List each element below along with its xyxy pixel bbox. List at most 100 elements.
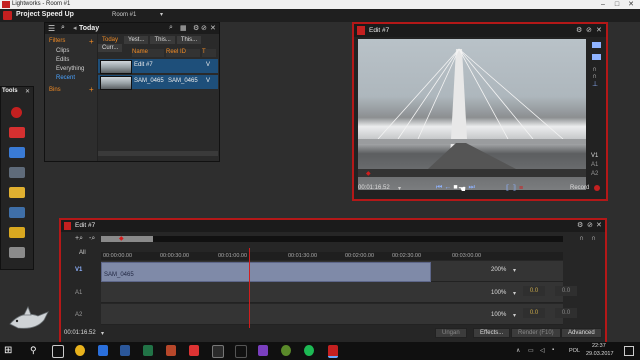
folder-icon[interactable] — [9, 187, 25, 198]
overview-window[interactable] — [101, 236, 153, 242]
task-view-icon[interactable] — [52, 345, 64, 358]
filters-label[interactable]: Filters — [49, 38, 65, 44]
timeline-timecode[interactable]: 00:01:16.52 — [64, 330, 96, 336]
table-row[interactable]: Edit #7 V — [98, 59, 218, 74]
tray-network-icon[interactable]: ▭ — [528, 347, 534, 354]
track-a1-zoom[interactable]: 100% — [491, 290, 506, 296]
track-v1-zoom[interactable]: 200% — [491, 267, 506, 273]
tab-current[interactable]: Curr... — [98, 44, 123, 52]
audio-icon[interactable]: ∩ — [592, 73, 604, 80]
link-icon[interactable]: ⊘ — [201, 24, 207, 32]
search-icon[interactable]: ⌕ — [61, 24, 65, 32]
loop-icon[interactable]: ∩ — [579, 235, 584, 242]
loop-icon[interactable]: ∩ — [592, 66, 604, 73]
track-a2-zoom[interactable]: 100% — [491, 312, 506, 318]
clock-date[interactable]: 29.03.2017 — [586, 351, 614, 357]
import-icon[interactable] — [9, 127, 25, 138]
panel-close-icon[interactable]: ✕ — [210, 24, 216, 32]
viewer-timecode[interactable]: 00:01:16.52 — [358, 185, 390, 191]
add-bin-icon[interactable]: + — [89, 85, 94, 94]
add-filter-icon[interactable]: + — [89, 37, 94, 46]
track-a1-gain[interactable]: 0.0 — [523, 286, 545, 296]
app-green-icon[interactable] — [281, 345, 291, 356]
lightworks-taskbar-icon[interactable] — [328, 345, 338, 358]
back-icon[interactable]: ◂ — [73, 24, 77, 32]
bins-label[interactable]: Bins — [49, 87, 61, 93]
ungang-button[interactable]: Ungan — [435, 328, 467, 338]
input-language[interactable]: POL — [569, 348, 580, 354]
view-grid-icon[interactable]: ▦ — [180, 24, 187, 32]
tab-this-month[interactable]: This... — [176, 36, 202, 44]
room-name[interactable]: Room #1 — [112, 12, 136, 18]
users-icon[interactable] — [9, 247, 25, 258]
track-a2-gain[interactable]: 0.0 — [523, 308, 545, 318]
notification-center-icon[interactable] — [624, 346, 634, 356]
track-a1-zoom-dropdown-icon[interactable]: ▾ — [513, 290, 516, 297]
timeline-playhead[interactable] — [249, 248, 250, 328]
track-v1-zoom-dropdown-icon[interactable]: ▾ — [513, 267, 516, 274]
record-icon[interactable] — [11, 107, 22, 118]
track-v1[interactable]: V1 — [591, 153, 598, 159]
maximize-button[interactable]: □ — [610, 0, 624, 9]
track-a2-label[interactable]: A2 — [75, 312, 82, 318]
close-button[interactable]: ✕ — [624, 0, 638, 9]
timecode-dropdown-icon[interactable]: ▾ — [398, 185, 401, 192]
minimize-button[interactable]: – — [596, 0, 610, 9]
record-label[interactable]: Record — [570, 185, 589, 191]
viewer-settings-icon[interactable]: ⚙ — [576, 26, 582, 34]
viewer-link-icon[interactable]: ⊘ — [586, 26, 592, 34]
step-back-icon[interactable]: ← — [444, 184, 453, 191]
sidebar-item-recent[interactable]: Recent — [56, 75, 75, 81]
windows-start-icon[interactable]: ⊞ — [4, 345, 12, 356]
effects-button[interactable]: Effects... — [473, 328, 511, 338]
tray-up-arrow-icon[interactable]: ∧ — [516, 347, 520, 354]
room-dropdown-icon[interactable]: ▾ — [160, 11, 163, 18]
excel-icon[interactable] — [143, 345, 153, 356]
track-a2-gain-right[interactable]: 0.0 — [555, 308, 577, 318]
visual-studio-icon[interactable] — [258, 345, 268, 356]
overview-marker-icon[interactable]: ◆ — [119, 235, 124, 242]
timeline-settings-icon[interactable]: ⚙ — [577, 221, 583, 229]
audio-icon[interactable]: ∩ — [591, 235, 596, 242]
tab-yesterday[interactable]: Yest... — [124, 36, 149, 44]
viewer-close-icon[interactable]: ✕ — [596, 26, 602, 34]
display-icon[interactable] — [592, 42, 601, 48]
track-a1-gain-right[interactable]: 0.0 — [555, 286, 577, 296]
track-a2[interactable]: A2 — [591, 171, 598, 177]
sidebar-item-clips[interactable]: Clips — [56, 48, 69, 54]
sidebar-item-everything[interactable]: Everything — [56, 66, 84, 72]
layout-icon[interactable] — [592, 54, 601, 60]
scrub-marker-icon[interactable]: ◆ — [366, 170, 371, 177]
tray-volume-icon[interactable]: ◁ — [540, 347, 545, 354]
timeline-timecode-dropdown-icon[interactable]: ▾ — [101, 330, 104, 337]
hamburger-menu-icon[interactable]: ☰ — [48, 24, 55, 33]
tab-today[interactable]: Today — [98, 36, 123, 44]
track-v1-label[interactable]: V1 — [75, 267, 82, 273]
timeline-overview-bar[interactable]: ◆ — [101, 236, 563, 242]
calendar-icon[interactable] — [9, 147, 25, 158]
grid-icon[interactable] — [9, 207, 25, 218]
zoom-in-icon[interactable]: +⌕ — [75, 235, 83, 243]
export-icon[interactable] — [9, 227, 25, 238]
word-icon[interactable] — [120, 345, 130, 356]
table-row[interactable]: SAM_0465 SAM_0465 V — [98, 75, 218, 90]
timeline-ruler[interactable]: 00:00:00.00 00:00:30.00 00:01:00.00 00:0… — [101, 252, 563, 260]
settings-icon[interactable]: ⚙ — [193, 24, 199, 32]
tools-close-icon[interactable]: ✕ — [25, 88, 30, 95]
track-a1[interactable]: A1 — [591, 162, 598, 168]
render-button[interactable]: Render (F10) — [511, 328, 561, 338]
record-button-icon[interactable] — [594, 185, 600, 191]
search-icon[interactable]: ⚲ — [30, 345, 37, 356]
search-icon-2[interactable]: ⌕ — [169, 24, 173, 32]
timeline-link-icon[interactable]: ⊘ — [587, 221, 593, 229]
track-a2-zoom-dropdown-icon[interactable]: ▾ — [513, 312, 516, 319]
column-header-type[interactable]: T — [202, 49, 216, 57]
app-menu-icon[interactable] — [3, 11, 12, 20]
file-explorer-icon[interactable] — [98, 345, 108, 356]
track-a1-label[interactable]: A1 — [75, 290, 82, 296]
advanced-button[interactable]: Advanced — [561, 328, 602, 338]
column-header-reel-id[interactable]: Reel ID — [166, 49, 200, 57]
project-name[interactable]: Project Speed Up — [16, 11, 74, 18]
all-tracks-label[interactable]: All — [79, 250, 86, 256]
tab-this-week[interactable]: This... — [150, 36, 175, 44]
